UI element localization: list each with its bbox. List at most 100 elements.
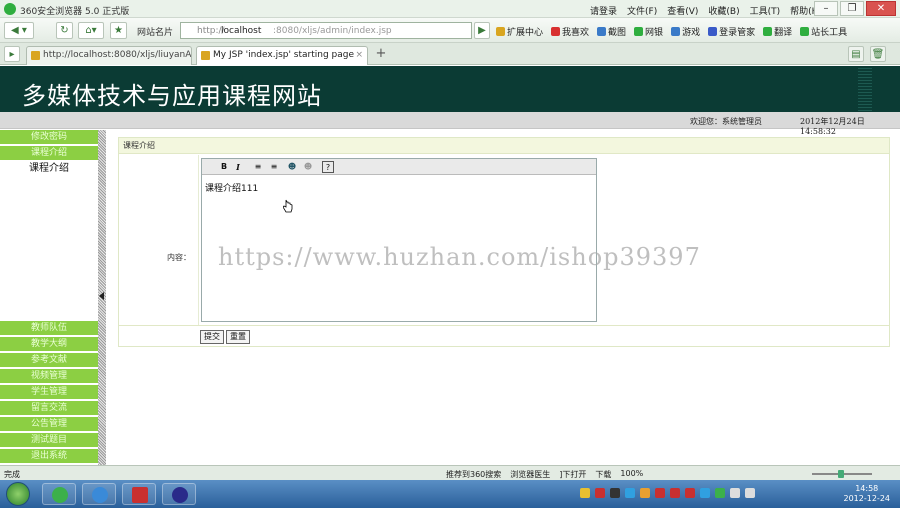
link-icon[interactable]: ☻ [286,161,298,173]
menu-item-videos[interactable]: 视频管理 [0,369,98,384]
status-items: 推荐到360搜索 浏览器医生 ]下打开 下载 100% [446,469,643,480]
clock-time: 14:58 [855,484,879,493]
ordered-list-icon[interactable]: ≡ [252,161,264,173]
collapse-arrow-icon[interactable] [99,292,104,300]
close-button[interactable]: ✕ [866,1,896,16]
label-column: 内容： [119,155,199,325]
menu-item-syllabus[interactable]: 教学大纲 [0,337,98,352]
status-browser-doctor[interactable]: 浏览器医生 [510,469,550,480]
page-favicon-icon [31,51,40,60]
menu-item-students[interactable]: 学生管理 [0,385,98,400]
status-zoom[interactable]: 100% [620,469,643,480]
refresh-icon[interactable]: ↻ [56,22,73,39]
help-icon[interactable]: ? [322,161,334,173]
restore-button[interactable]: ❐ [840,1,864,16]
menu-item-course-intro[interactable]: 课程介绍 [0,146,98,161]
minimize-button[interactable]: – [814,1,838,16]
status-text: 完成 [4,470,20,479]
back-button[interactable]: ◀ ▾ [4,22,34,39]
favorite-star-icon[interactable]: ★ [110,22,127,39]
bold-icon[interactable]: B [218,161,230,173]
address-bar[interactable]: http:// localhost :8080/xljs/admin/index… [180,22,472,39]
submit-button[interactable]: 提交 [200,330,224,344]
reset-button[interactable]: 重置 [226,330,250,344]
game-icon [671,27,681,36]
current-datetime: 2012年12月24日 14:58:32 [800,117,865,136]
start-button-icon[interactable] [6,482,30,506]
rich-text-editor[interactable]: B I ≡ ≡ ☻ ☻ ? 课程介绍111 [201,158,597,322]
new-tab-button[interactable]: + [372,47,390,63]
tab-list-icon[interactable]: ▤ [848,46,864,62]
taskbar-clock[interactable]: 14:58 2012-12-24 [844,484,891,504]
menu-item-logout[interactable]: 退出系统 [0,449,98,464]
zoom-slider-knob[interactable] [838,470,844,478]
toolbar-login-manager[interactable]: 登录管家 [708,25,755,38]
toolbar-game[interactable]: 游戏 [671,25,700,38]
toolbar-bank[interactable]: 网银 [634,25,663,38]
tab-bar: ▸ http://localhost:8080/xljs/liuyanAll..… [0,43,900,65]
browser-toolbar: 扩展中心 我喜欢 截图 网银 游戏 登录管家 翻译 站长工具 [496,25,847,38]
toolbar-translate[interactable]: 翻译 [763,25,792,38]
bookmarks-label[interactable]: 网站名片 [137,25,173,38]
tray-icon[interactable] [640,488,650,498]
menu-tools[interactable]: 工具(T) [750,4,781,17]
tray-icon[interactable] [655,488,665,498]
menu-file[interactable]: 文件(F) [627,4,657,17]
zoom-slider[interactable] [812,470,872,478]
welcome-text: 欢迎您：系统管理员 [690,117,762,126]
tab-index[interactable]: My JSP 'index.jsp' starting page × [196,46,368,65]
status-open[interactable]: ]下打开 [559,469,586,480]
go-icon[interactable]: ▶ [474,22,490,39]
menu-item-messages[interactable]: 留言交流 [0,401,98,416]
status-download[interactable]: 下载 [595,469,611,480]
frame-splitter[interactable] [98,130,106,465]
menu-item-test-questions[interactable]: 测试题目 [0,433,98,448]
header-decoration [858,66,872,112]
left-menu: 修改密码 课程介绍 课程介绍 教师队伍 教学大纲 参考文献 视频管理 学生管理 … [0,130,98,465]
trash-icon[interactable]: 🗑 [870,46,886,62]
unordered-list-icon[interactable]: ≡ [268,161,280,173]
sidebar-toggle-icon[interactable]: ▸ [4,46,20,62]
menu-login[interactable]: 请登录 [590,4,617,17]
tray-icon[interactable] [730,488,740,498]
menu-favorites[interactable]: 收藏(B) [708,4,739,17]
home-icon[interactable]: ⌂▾ [78,22,104,39]
italic-icon[interactable]: I [232,161,244,173]
toolbar-extension[interactable]: 扩展中心 [496,25,543,38]
page-favicon-icon [201,51,210,60]
browser-title-bar: 360安全浏览器 5.0 正式版 请登录 文件(F) 查看(V) 收藏(B) 工… [0,0,900,18]
tray-icon[interactable] [625,488,635,498]
tray-icon[interactable] [700,488,710,498]
taskbar-ie-icon[interactable] [82,483,116,505]
taskbar-360-browser-icon[interactable] [42,483,76,505]
taskbar-app-icon[interactable] [122,483,156,505]
system-tray [580,488,755,498]
taskbar-eclipse-icon[interactable] [162,483,196,505]
tray-icon[interactable] [745,488,755,498]
watermark: https://www.huzhan.com/ishop39397 [218,243,701,271]
tray-icon[interactable] [670,488,680,498]
status-search-recommend[interactable]: 推荐到360搜索 [446,469,501,480]
submenu-item-course-intro[interactable]: 课程介绍 [0,162,98,177]
menu-item-teachers[interactable]: 教师队伍 [0,321,98,336]
toolbar-like[interactable]: 我喜欢 [551,25,589,38]
unlink-icon[interactable]: ☻ [302,161,314,173]
toolbar-screenshot[interactable]: 截图 [597,25,626,38]
menu-view[interactable]: 查看(V) [667,4,698,17]
tray-icon[interactable] [685,488,695,498]
browser-menu: 请登录 文件(F) 查看(V) 收藏(B) 工具(T) 帮助(H) [590,4,822,17]
menu-item-references[interactable]: 参考文献 [0,353,98,368]
menu-item-change-password[interactable]: 修改密码 [0,130,98,145]
tray-icon[interactable] [595,488,605,498]
panel-heading: 课程介绍 [119,138,889,154]
tray-icon[interactable] [610,488,620,498]
editor-content[interactable]: 课程介绍111 [205,181,258,194]
toolbar-webmaster-tools[interactable]: 站长工具 [800,25,847,38]
editor-toolbar: B I ≡ ≡ ☻ ☻ ? [202,159,596,175]
tray-icon[interactable] [580,488,590,498]
menu-item-announcements[interactable]: 公告管理 [0,417,98,432]
tray-icon[interactable] [715,488,725,498]
tab-liuyan[interactable]: http://localhost:8080/xljs/liuyanAll... [26,46,192,65]
screenshot-icon [597,27,607,36]
tab-close-icon[interactable]: × [355,47,363,64]
